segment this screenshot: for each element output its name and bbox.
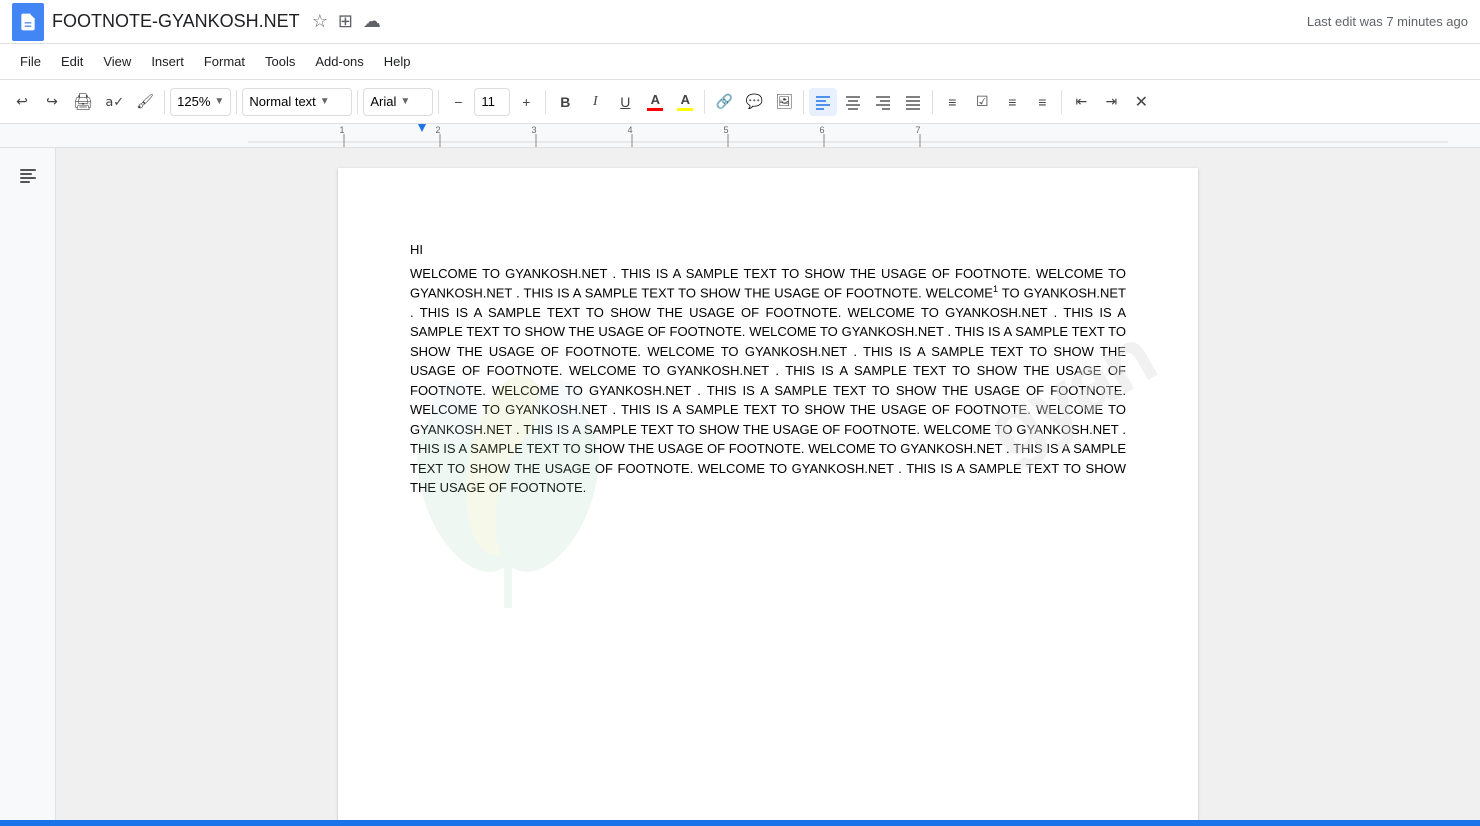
align-justify-button[interactable]	[899, 88, 927, 116]
body-text-2: TO GYANKOSH.NET . THIS IS A SAMPLE TEXT …	[410, 285, 1126, 495]
italic-button[interactable]: I	[581, 88, 609, 116]
align-center-button[interactable]	[839, 88, 867, 116]
divider-9	[1061, 90, 1062, 114]
menu-view[interactable]: View	[95, 50, 139, 73]
document-title: FOOTNOTE-GYANKOSH.NET	[52, 11, 300, 32]
bottom-bar	[0, 820, 1480, 826]
cloud-icon[interactable]: ☁	[363, 11, 381, 32]
zoom-arrow: ▼	[214, 96, 224, 107]
font-size-value: 11	[481, 94, 495, 109]
font-size-decrease[interactable]: −	[444, 88, 472, 116]
decrease-indent-button[interactable]: ⇤	[1067, 88, 1095, 116]
divider-3	[357, 90, 358, 114]
outline-toggle[interactable]	[12, 160, 44, 192]
spellcheck-button[interactable]: 𝖺✓	[100, 88, 129, 116]
highlight-button[interactable]: A	[671, 88, 699, 116]
font-select[interactable]: Arial ▼	[363, 88, 433, 116]
main-area: gyan HI WELCOME TO GYANKOSH.NET . THIS I…	[0, 148, 1480, 826]
checklist-button[interactable]: ☑	[968, 88, 996, 116]
last-edit-status: Last edit was 7 minutes ago	[1307, 14, 1468, 29]
image-button[interactable]: 🖼	[770, 88, 798, 116]
increase-indent-button[interactable]: ⇥	[1097, 88, 1125, 116]
font-arrow: ▼	[400, 96, 410, 107]
menu-insert[interactable]: Insert	[143, 50, 192, 73]
svg-text:7: 7	[915, 125, 920, 135]
ruler-inner: 1 2 3 4 5 6 7	[248, 124, 1480, 147]
svg-text:2: 2	[435, 125, 440, 135]
svg-text:6: 6	[819, 125, 824, 135]
text-style-arrow: ▼	[320, 96, 330, 107]
font-value: Arial	[370, 94, 396, 109]
underline-button[interactable]: U	[611, 88, 639, 116]
menu-file[interactable]: File	[12, 50, 49, 73]
title-action-icons: ☆ ⊞ ☁	[312, 11, 381, 32]
svg-text:4: 4	[627, 125, 632, 135]
doc-body: WELCOME TO GYANKOSH.NET . THIS IS A SAMP…	[410, 264, 1126, 498]
bold-button[interactable]: B	[551, 88, 579, 116]
numbered-list-button[interactable]: ≡	[938, 88, 966, 116]
font-size-increase[interactable]: +	[512, 88, 540, 116]
paintformat-button[interactable]: 🖌	[131, 88, 159, 116]
menu-format[interactable]: Format	[196, 50, 253, 73]
font-size-select[interactable]: 11	[474, 88, 510, 116]
ruler: 1 2 3 4 5 6 7	[0, 124, 1480, 148]
svg-text:5: 5	[723, 125, 728, 135]
redo-button[interactable]: ↪	[38, 88, 66, 116]
title-bar: FOOTNOTE-GYANKOSH.NET ☆ ⊞ ☁ Last edit wa…	[0, 0, 1480, 44]
doc-heading: HI	[410, 240, 1126, 260]
document-page: gyan HI WELCOME TO GYANKOSH.NET . THIS I…	[338, 168, 1198, 826]
divider-6	[704, 90, 705, 114]
zoom-value: 125%	[177, 94, 210, 109]
menu-edit[interactable]: Edit	[53, 50, 91, 73]
menu-bar: File Edit View Insert Format Tools Add-o…	[0, 44, 1480, 80]
divider-2	[236, 90, 237, 114]
clear-formatting-button[interactable]: ✕	[1127, 88, 1155, 116]
svg-text:1: 1	[339, 125, 344, 135]
link-button[interactable]: 🔗	[710, 88, 738, 116]
text-style-select[interactable]: Normal text ▼	[242, 88, 352, 116]
comment-button[interactable]: 💬	[740, 88, 768, 116]
svg-text:3: 3	[531, 125, 536, 135]
toolbar: ↩ ↪ 🖨 𝖺✓ 🖌 125% ▼ Normal text ▼ Arial ▼ …	[0, 80, 1480, 124]
bullet-list-button[interactable]: ≡	[998, 88, 1026, 116]
divider-4	[438, 90, 439, 114]
print-button[interactable]: 🖨	[68, 88, 98, 116]
menu-addons[interactable]: Add-ons	[307, 50, 371, 73]
folder-icon[interactable]: ⊞	[338, 11, 353, 32]
text-color-button[interactable]: A	[641, 88, 669, 116]
divider-1	[164, 90, 165, 114]
multilevel-list-button[interactable]: ≡	[1028, 88, 1056, 116]
divider-7	[803, 90, 804, 114]
doc-icon	[12, 3, 44, 41]
divider-5	[545, 90, 546, 114]
star-icon[interactable]: ☆	[312, 11, 328, 32]
undo-button[interactable]: ↩	[8, 88, 36, 116]
text-style-value: Normal text	[249, 94, 315, 109]
divider-8	[932, 90, 933, 114]
menu-help[interactable]: Help	[376, 50, 419, 73]
sidebar	[0, 148, 56, 826]
align-right-button[interactable]	[869, 88, 897, 116]
document-content[interactable]: HI WELCOME TO GYANKOSH.NET . THIS IS A S…	[410, 240, 1126, 498]
canvas-area[interactable]: gyan HI WELCOME TO GYANKOSH.NET . THIS I…	[56, 148, 1480, 826]
zoom-select[interactable]: 125% ▼	[170, 88, 231, 116]
menu-tools[interactable]: Tools	[257, 50, 303, 73]
align-left-button[interactable]	[809, 88, 837, 116]
